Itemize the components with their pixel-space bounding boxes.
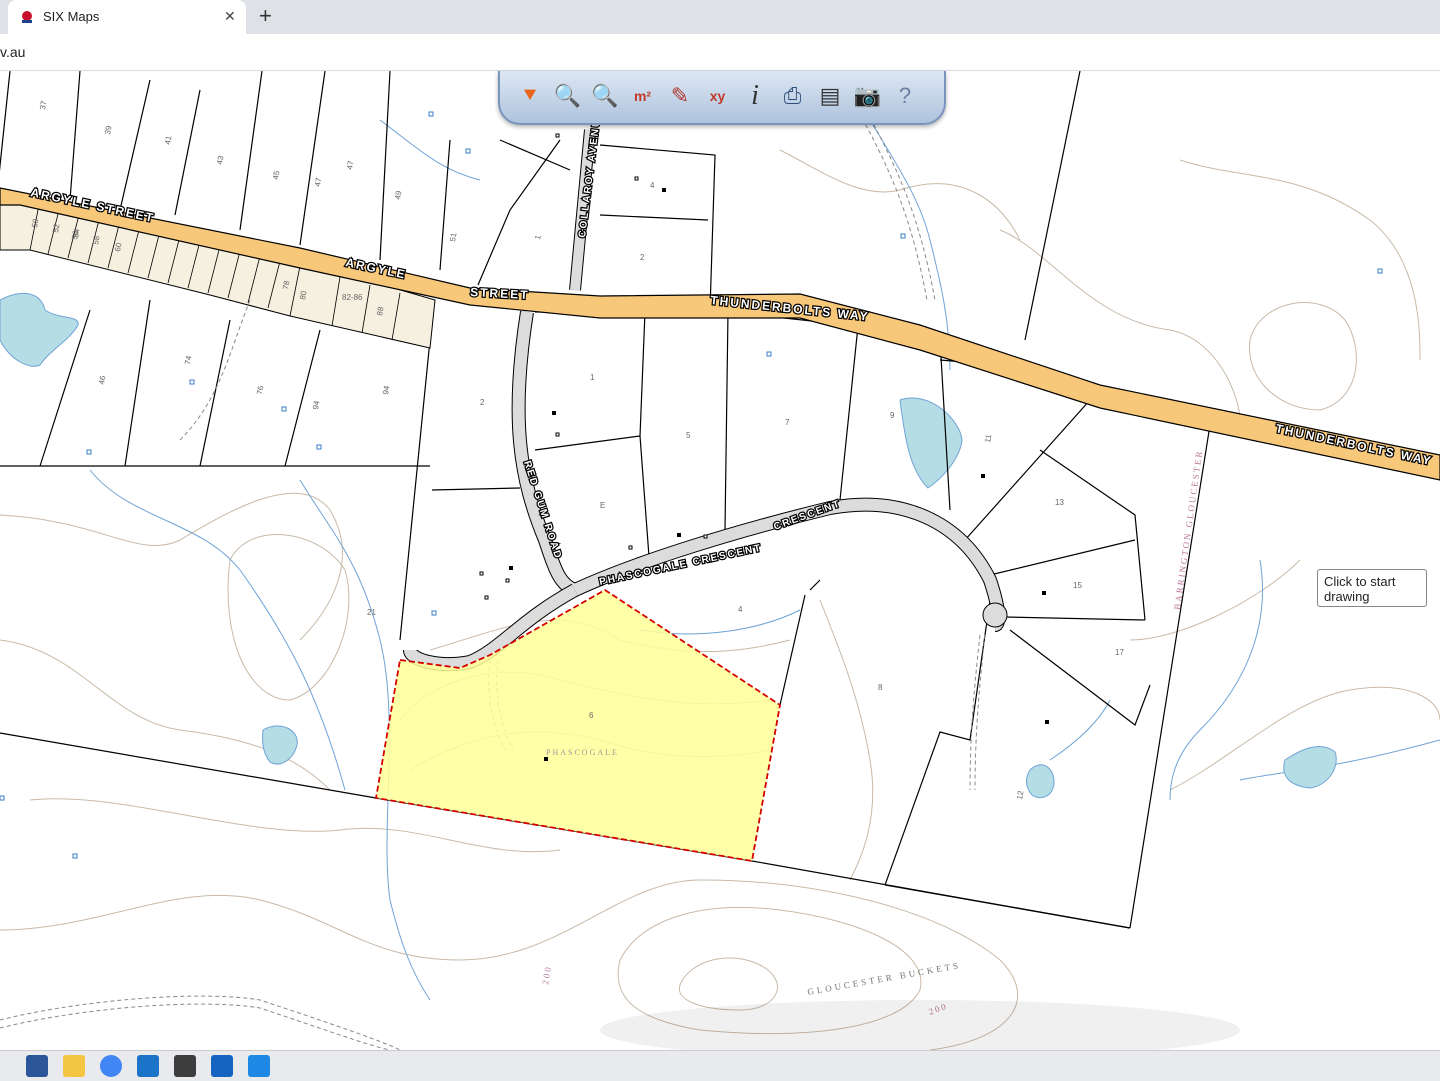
search-icon[interactable]: ⎙: [777, 79, 809, 113]
lot-number: 2: [640, 253, 645, 262]
label-phascogale: PHASCOGALE: [546, 748, 619, 757]
tab-title: SIX Maps: [43, 9, 100, 24]
address-bar: v.au: [0, 34, 1440, 71]
word-icon[interactable]: [26, 1055, 48, 1077]
map-canvas[interactable]: ARGYLE STREET ARGYLE STREET THUNDERBOLTS…: [0, 71, 1440, 1050]
coordinates-icon[interactable]: xy: [702, 79, 734, 113]
lot-number: 15: [1073, 581, 1082, 590]
url-text[interactable]: v.au: [0, 44, 25, 60]
tab-six-maps[interactable]: SIX Maps ✕: [8, 0, 246, 34]
lot-number: 4: [738, 605, 743, 614]
nsw-favicon-icon: [22, 11, 32, 23]
map-toolbar: ⯆ 🔍 🔍 m² ✎ xy i ⎙ ▤ 📷?: [498, 71, 946, 125]
taskbar: [0, 1050, 1440, 1081]
zoom-out-icon[interactable]: 🔍: [589, 79, 621, 113]
zoom-in-icon[interactable]: 🔍: [552, 79, 584, 113]
store-icon[interactable]: [174, 1055, 196, 1077]
measure-area-icon[interactable]: m²: [627, 79, 659, 113]
lot-number: 7: [785, 418, 790, 427]
lot-number: E: [600, 501, 605, 510]
lot-number: 17: [1115, 648, 1124, 657]
lot-number: 6: [589, 711, 594, 720]
close-tab-icon[interactable]: ✕: [224, 8, 236, 25]
tab-strip: SIX Maps ✕ +: [0, 0, 1440, 34]
lot-number: 2: [480, 398, 485, 407]
nsw-logo-icon[interactable]: ⯆: [514, 79, 546, 113]
lot-number: 4: [650, 181, 655, 190]
lot-number: 21: [367, 608, 376, 617]
explorer-icon[interactable]: [63, 1055, 85, 1077]
lot-number: 13: [1055, 498, 1064, 507]
lot-number: 1: [590, 373, 595, 382]
lot-number: 8: [878, 683, 883, 692]
info-icon[interactable]: i: [739, 79, 771, 113]
photos-icon[interactable]: [248, 1055, 270, 1077]
measure-distance-icon[interactable]: ✎: [664, 79, 696, 113]
lot-number: 9: [890, 411, 895, 420]
lot-number: 82-86: [342, 293, 363, 302]
mail-icon[interactable]: [137, 1055, 159, 1077]
new-tab-button[interactable]: +: [259, 5, 272, 27]
help-icon[interactable]: ?: [889, 79, 921, 113]
app-icon[interactable]: [211, 1055, 233, 1077]
drawing-tooltip: Click to start drawing: [1317, 569, 1427, 607]
print-icon[interactable]: ▤: [814, 79, 846, 113]
chrome-icon[interactable]: [100, 1055, 122, 1077]
camera-icon[interactable]: 📷: [852, 79, 884, 113]
lot-number: 5: [686, 431, 691, 440]
